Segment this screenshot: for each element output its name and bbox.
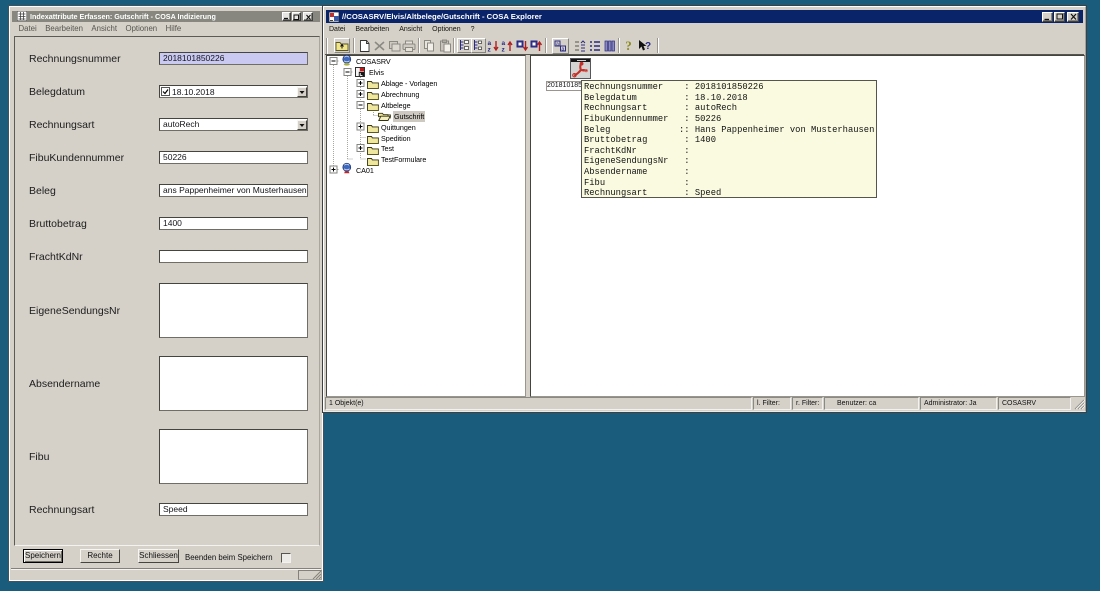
svg-text:a: a <box>561 47 564 53</box>
svg-text:a: a <box>556 42 559 48</box>
svg-text:?: ? <box>645 41 651 52</box>
svg-text:z: z <box>501 46 505 53</box>
svg-text:z: z <box>487 46 491 53</box>
